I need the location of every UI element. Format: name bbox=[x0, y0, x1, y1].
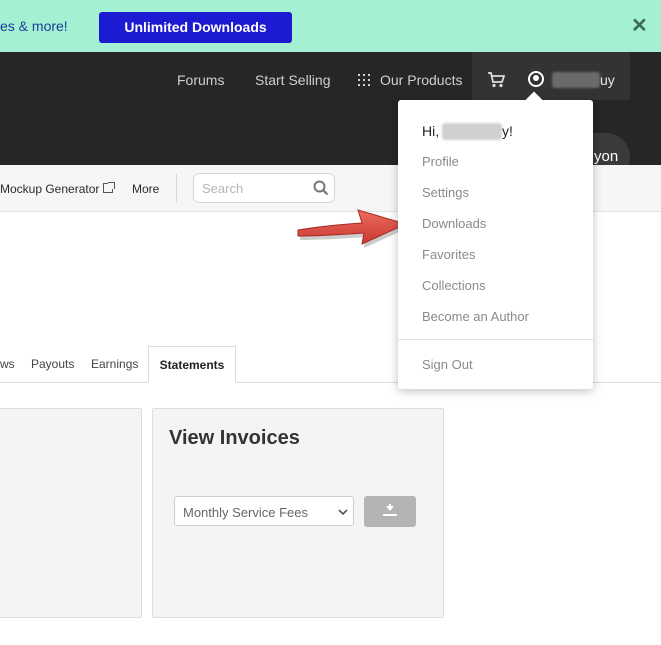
mockup-generator-link[interactable]: Mockup Generator bbox=[0, 182, 99, 196]
header-pill-text: yon bbox=[594, 148, 619, 165]
menu-item-sign-out[interactable]: Sign Out bbox=[422, 357, 473, 372]
invoice-type-value: Monthly Service Fees bbox=[183, 505, 308, 520]
more-menu[interactable]: More bbox=[132, 182, 159, 196]
view-invoices-card: View Invoices Monthly Service Fees bbox=[152, 408, 444, 618]
cart-icon[interactable] bbox=[487, 72, 506, 93]
promo-banner: es & more! Unlimited Downloads ✕ bbox=[0, 0, 661, 52]
annotation-arrow-icon bbox=[292, 200, 412, 260]
nav-our-products[interactable]: Our Products bbox=[380, 72, 462, 88]
menu-item-become-author[interactable]: Become an Author bbox=[422, 309, 529, 324]
user-dropdown-menu: Hi, y! Profile Settings Downloads Favori… bbox=[398, 100, 593, 389]
menu-divider bbox=[398, 339, 593, 340]
grid-dots-icon[interactable] bbox=[358, 74, 370, 86]
tab-payouts[interactable]: Payouts bbox=[31, 357, 74, 371]
menu-item-collections[interactable]: Collections bbox=[422, 278, 486, 293]
external-link-icon bbox=[103, 182, 115, 193]
view-invoices-title: View Invoices bbox=[169, 427, 300, 449]
download-invoice-button[interactable] bbox=[364, 496, 416, 527]
download-icon bbox=[382, 504, 398, 523]
greeting-name-redacted bbox=[442, 123, 502, 140]
username-suffix: uy bbox=[600, 72, 615, 88]
menu-item-profile[interactable]: Profile bbox=[422, 154, 459, 169]
tab-reviews[interactable]: ws bbox=[0, 357, 15, 371]
close-icon[interactable]: ✕ bbox=[631, 15, 648, 37]
greeting-suffix: y! bbox=[502, 123, 513, 139]
subnav-divider bbox=[176, 174, 177, 203]
menu-item-favorites[interactable]: Favorites bbox=[422, 247, 475, 262]
invoice-type-select[interactable]: Monthly Service Fees bbox=[174, 496, 354, 526]
search-placeholder: Search bbox=[202, 181, 244, 196]
search-icon[interactable] bbox=[313, 180, 329, 201]
nav-forums[interactable]: Forums bbox=[177, 72, 224, 88]
statement-card bbox=[0, 408, 142, 618]
promo-text: es & more! bbox=[0, 18, 68, 34]
nav-start-selling[interactable]: Start Selling bbox=[255, 72, 330, 88]
unlimited-downloads-button[interactable]: Unlimited Downloads bbox=[99, 12, 292, 43]
tab-statements[interactable]: Statements bbox=[148, 346, 236, 383]
user-circle-icon[interactable] bbox=[528, 71, 544, 87]
username-redacted bbox=[552, 72, 600, 88]
tab-earnings[interactable]: Earnings bbox=[91, 357, 138, 371]
chevron-down-icon bbox=[338, 505, 348, 523]
menu-item-settings[interactable]: Settings bbox=[422, 185, 469, 200]
search-input[interactable]: Search bbox=[193, 173, 335, 203]
menu-item-downloads[interactable]: Downloads bbox=[422, 216, 486, 231]
greeting-prefix: Hi, bbox=[422, 123, 440, 139]
